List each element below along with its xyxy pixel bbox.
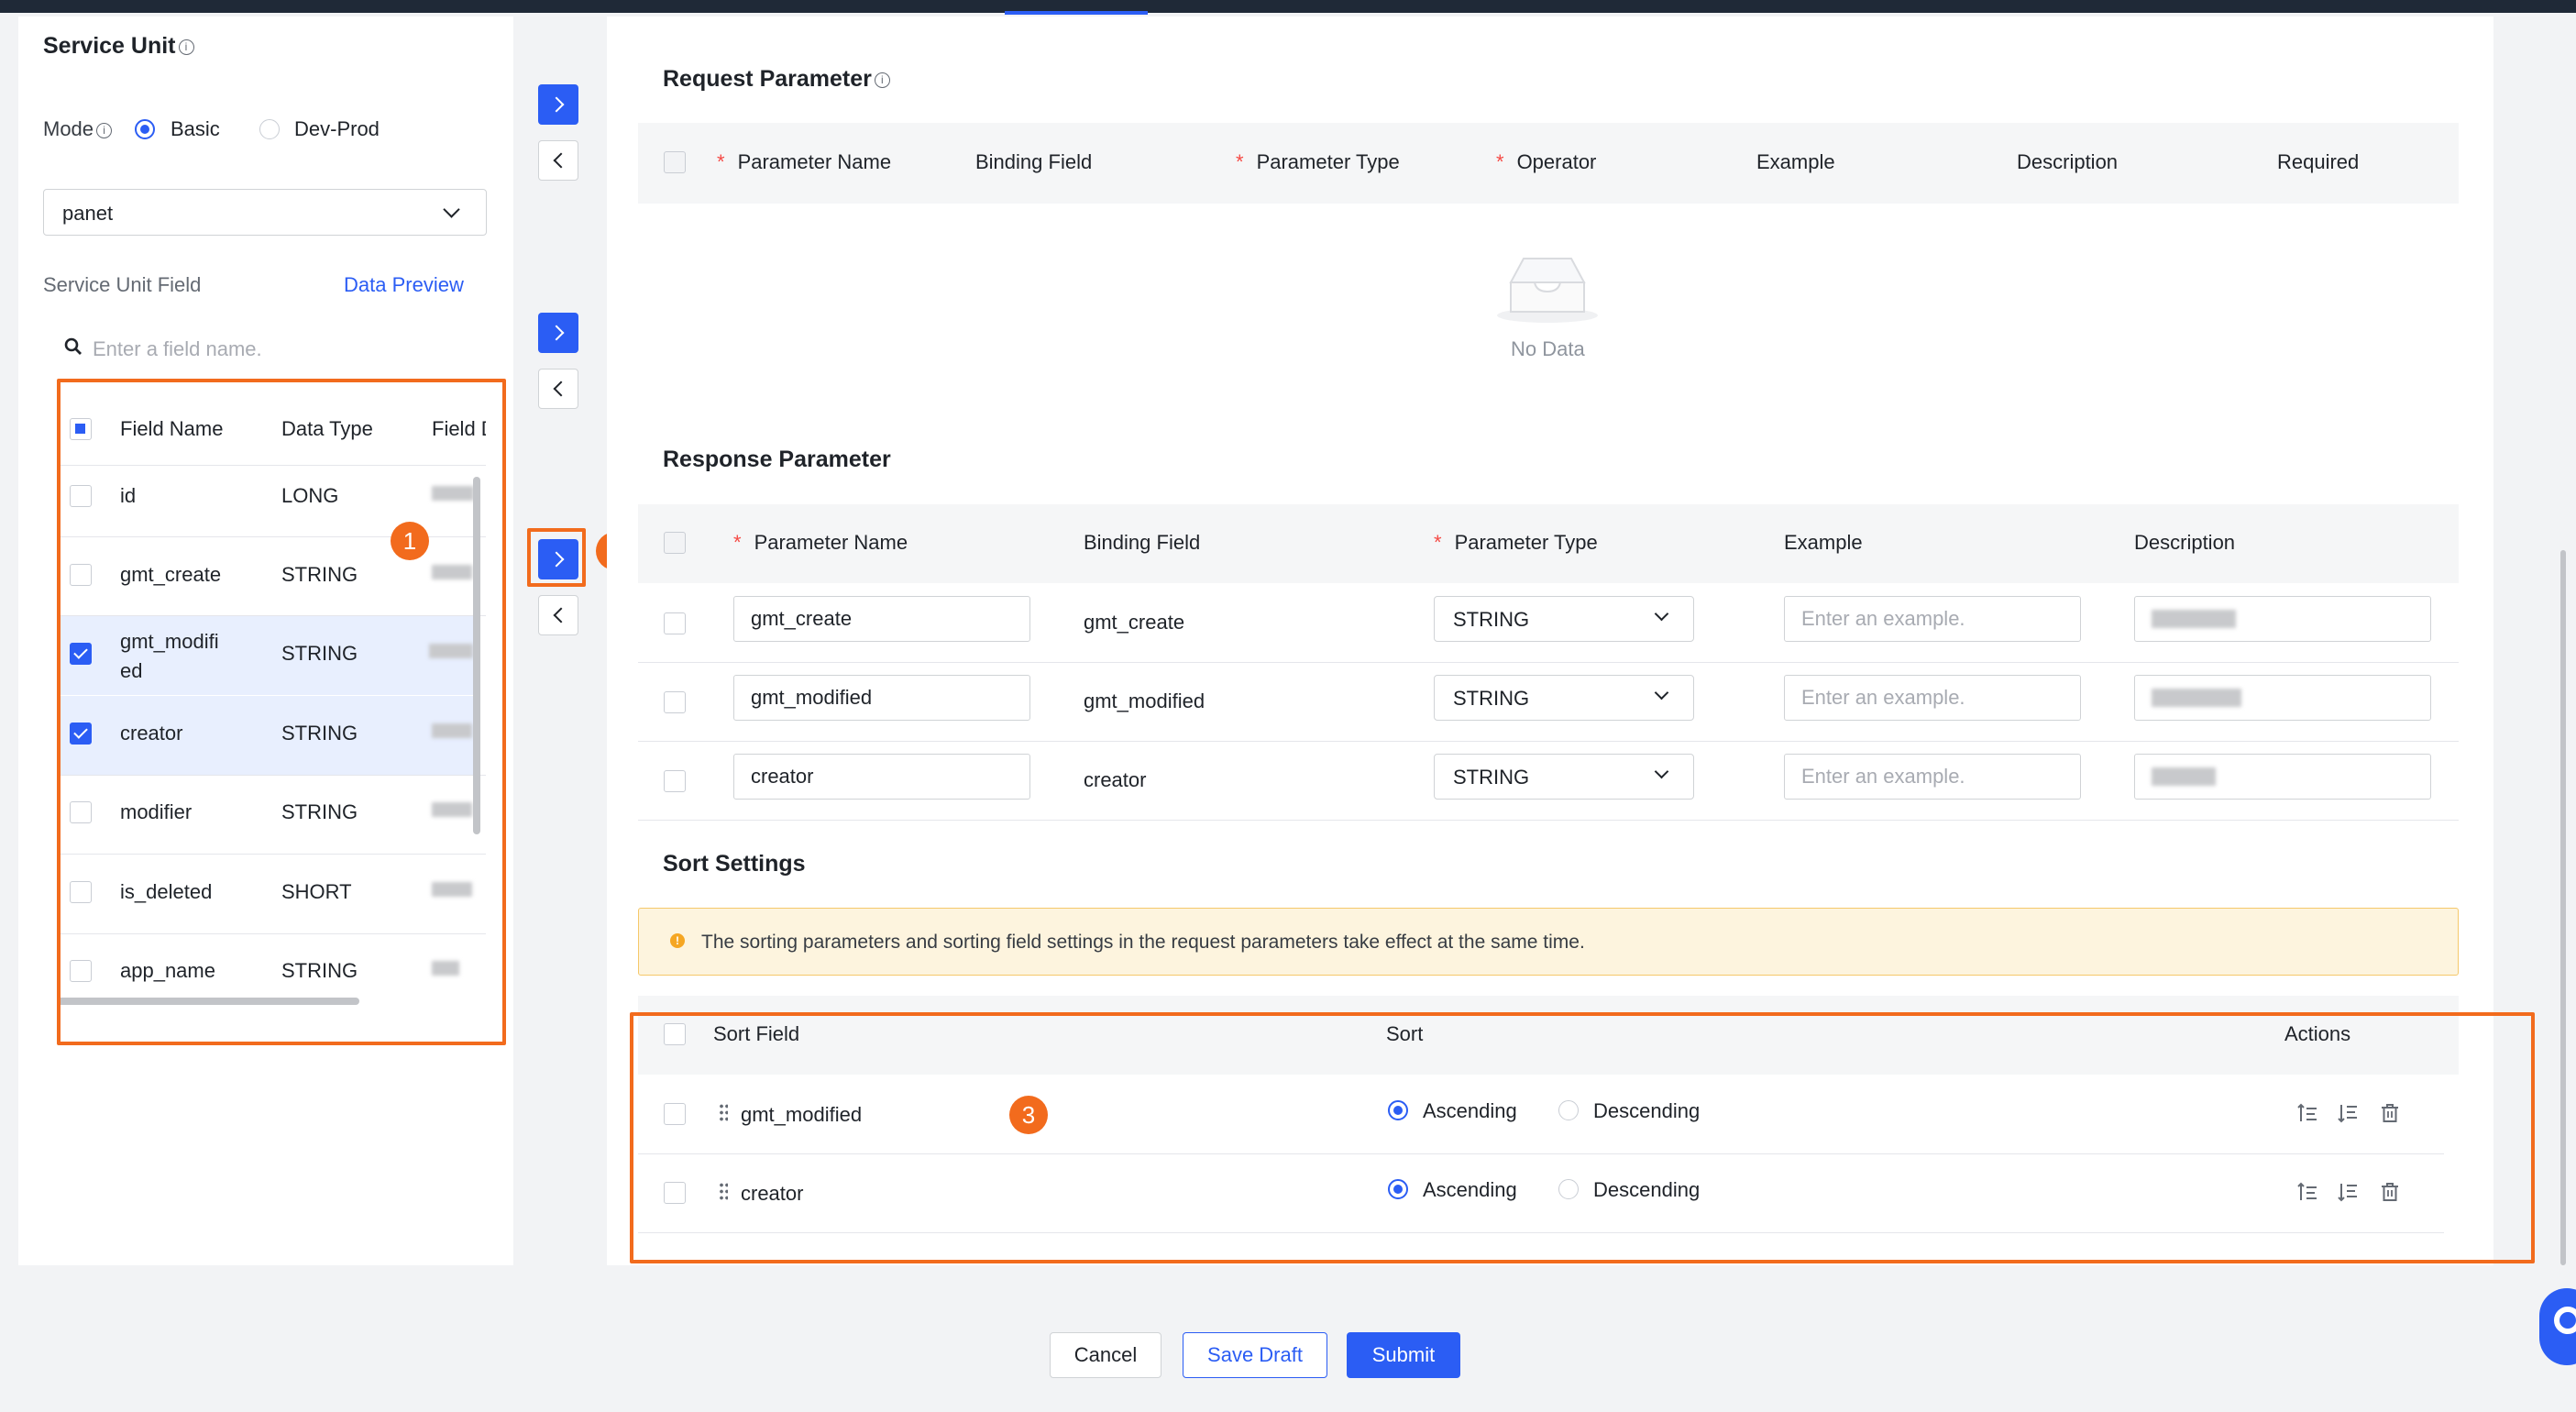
badge-1: 1 [391, 522, 429, 560]
response-example-input[interactable]: Enter an example. [1784, 596, 2081, 642]
response-row-checkbox[interactable] [664, 691, 686, 713]
response-row-checkbox[interactable] [664, 612, 686, 634]
mode-devprod-label[interactable]: Dev-Prod [294, 117, 380, 141]
chevron-down-icon [1654, 606, 1669, 622]
info-icon[interactable]: i [874, 72, 890, 88]
sort-notice-text: The sorting parameters and sorting field… [701, 932, 1585, 953]
empty-box-icon [1494, 251, 1601, 330]
request-col-required: Required [2277, 150, 2360, 173]
badge-3: 3 [1009, 1096, 1048, 1134]
response-binding-field: gmt_modified [1084, 689, 1205, 712]
response-param-type-select[interactable]: STRING [1434, 675, 1694, 721]
sort-settings-title: Sort Settings [663, 851, 806, 877]
description-redacted [2152, 767, 2216, 786]
response-binding-field: gmt_create [1084, 611, 1185, 634]
mode-devprod-radio[interactable] [259, 119, 280, 139]
help-icon [2554, 1307, 2576, 1334]
move-left-button-response[interactable] [538, 595, 578, 635]
response-col-description: Description [2134, 531, 2236, 554]
save-draft-button[interactable]: Save Draft [1183, 1332, 1327, 1378]
response-col-binding-field: Binding Field [1084, 531, 1201, 554]
description-redacted [2152, 610, 2236, 628]
field-search-input[interactable]: Enter a field name. [93, 337, 262, 361]
response-parameter-title: Response Parameter [663, 447, 891, 472]
info-icon[interactable]: i [178, 39, 194, 55]
request-table-header: * Parameter Name Binding Field * Parameter… [638, 123, 2459, 204]
request-select-all-checkbox[interactable] [664, 151, 686, 173]
active-tab-indicator [1005, 11, 1148, 15]
service-unit-select[interactable]: panet [43, 189, 487, 236]
param-type-value: STRING [1453, 766, 1530, 789]
response-param-name-input[interactable]: creator [733, 754, 1030, 800]
response-rows: gmt_create gmt_create STRING Enter an ex… [638, 583, 2459, 822]
response-param-name-input[interactable]: gmt_create [733, 596, 1030, 642]
submit-button[interactable]: Submit [1347, 1332, 1460, 1378]
request-col-operator: * Operator [1496, 150, 1597, 173]
response-param-type-select[interactable]: STRING [1434, 596, 1694, 642]
response-table-header: * Parameter Name Binding Field * Parameter… [638, 504, 2459, 583]
response-select-all-checkbox[interactable] [664, 532, 686, 554]
mode-label: Mode i [43, 117, 113, 141]
response-param-type-select[interactable]: STRING [1434, 754, 1694, 800]
highlight-box-2 [527, 528, 586, 587]
response-description-input[interactable] [2134, 596, 2431, 642]
chevron-down-icon [1654, 764, 1669, 779]
mode-basic-radio[interactable] [135, 119, 155, 139]
request-col-example: Example [1756, 150, 1835, 173]
help-float-button[interactable] [2539, 1288, 2576, 1365]
request-col-param-type: * Parameter Type [1236, 150, 1400, 173]
request-empty-text: No Data [1511, 337, 1585, 360]
cancel-button[interactable]: Cancel [1050, 1332, 1161, 1378]
response-example-input[interactable]: Enter an example. [1784, 754, 2081, 800]
request-col-binding-field: Binding Field [975, 150, 1093, 173]
chevron-down-icon [443, 201, 460, 218]
mode-basic-label[interactable]: Basic [171, 117, 220, 141]
param-type-value: STRING [1453, 687, 1530, 710]
warning-icon: ! [670, 933, 685, 948]
move-right-button-request[interactable] [538, 84, 578, 125]
highlight-box-1 [57, 379, 506, 1045]
request-parameter-title: Request Parameter i [663, 66, 890, 93]
service-unit-title: Service Unit i [43, 33, 194, 60]
top-bar [0, 0, 2576, 13]
response-example-input[interactable]: Enter an example. [1784, 675, 2081, 721]
service-unit-select-value: panet [62, 202, 114, 225]
response-row-checkbox[interactable] [664, 770, 686, 792]
info-icon[interactable]: i [96, 122, 113, 138]
response-binding-field: creator [1084, 768, 1147, 791]
sort-notice-banner: ! The sorting parameters and sorting fie… [638, 908, 2459, 976]
data-preview-link[interactable]: Data Preview [344, 273, 464, 297]
response-col-example: Example [1784, 531, 1863, 554]
param-type-value: STRING [1453, 608, 1530, 631]
highlight-box-3 [630, 1012, 2535, 1263]
move-right-button-middle[interactable] [538, 313, 578, 353]
page-scrollbar[interactable] [2560, 550, 2566, 1265]
response-param-name-input[interactable]: gmt_modified [733, 675, 1030, 721]
response-description-input[interactable] [2134, 675, 2431, 721]
description-redacted [2152, 689, 2241, 707]
response-col-param-name: * Parameter Name [733, 531, 908, 554]
service-unit-field-label: Service Unit Field [43, 273, 202, 296]
chevron-down-icon [1654, 685, 1669, 700]
move-left-button-request[interactable] [538, 140, 578, 181]
request-col-description: Description [2017, 150, 2119, 173]
response-col-param-type: * Parameter Type [1434, 531, 1598, 554]
move-left-button-middle[interactable] [538, 369, 578, 409]
search-icon [64, 337, 83, 361]
response-description-input[interactable] [2134, 754, 2431, 800]
request-col-param-name: * Parameter Name [717, 150, 892, 173]
